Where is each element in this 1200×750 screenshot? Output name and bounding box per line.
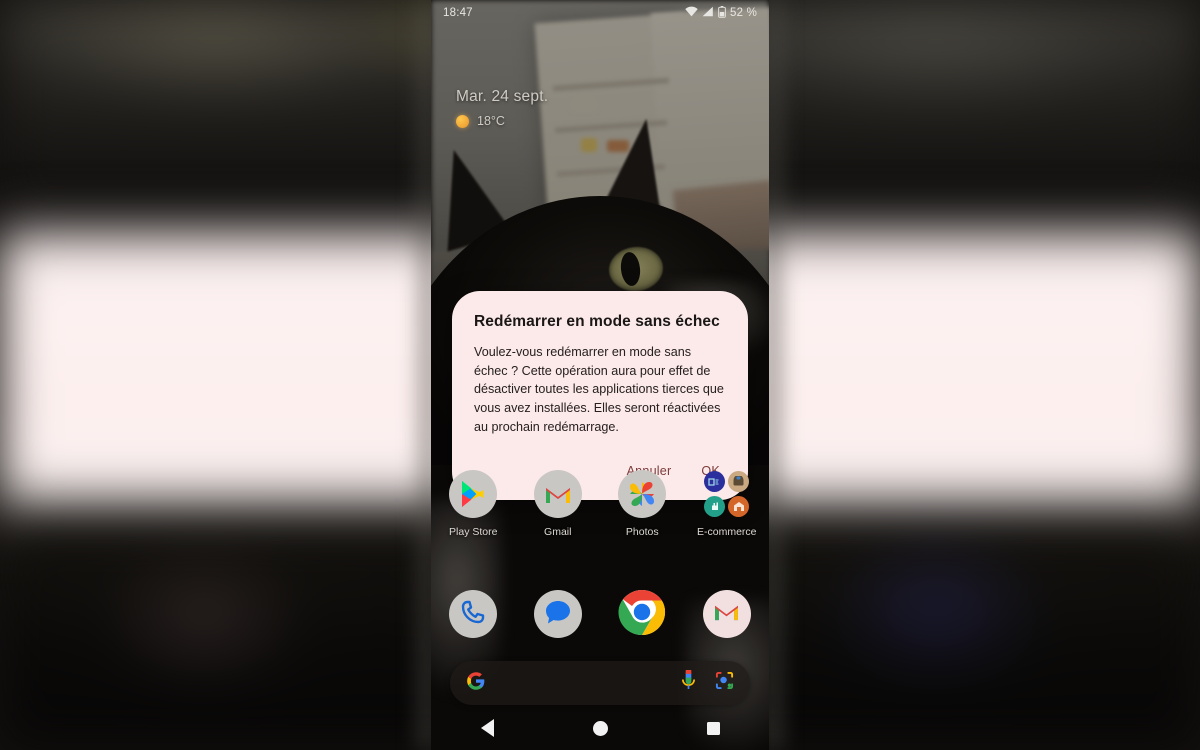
app-photos[interactable]: Photos bbox=[600, 470, 685, 538]
google-g-icon bbox=[466, 671, 486, 696]
status-bar-clock: 18:47 bbox=[443, 7, 473, 19]
sun-icon bbox=[456, 114, 469, 128]
dialog-message: Voulez-vous redémarrer en mode sans éche… bbox=[474, 345, 724, 434]
app-label: Play Store bbox=[449, 526, 498, 538]
app-gmail[interactable]: Gmail bbox=[516, 470, 601, 538]
gmail-icon bbox=[533, 470, 582, 518]
dialog-title: Redémarrer en mode sans échec bbox=[474, 313, 720, 330]
status-bar: 18:47 52 % bbox=[431, 0, 769, 26]
gmail-icon bbox=[713, 602, 740, 627]
google-lens-icon[interactable] bbox=[715, 671, 734, 695]
dock-item-messages[interactable] bbox=[533, 590, 582, 638]
app-label: Photos bbox=[625, 526, 659, 538]
battery-icon bbox=[718, 5, 726, 21]
widget-temperature: 18°C bbox=[477, 114, 505, 128]
leboncoin-app-icon bbox=[728, 471, 750, 492]
app-play-store[interactable]: Play Store bbox=[431, 470, 516, 538]
app-grid: Play Store Gmail Photos E-commerce bbox=[431, 470, 769, 538]
safe-mode-dialog: Redémarrer en mode sans échec Voulez-vou… bbox=[452, 291, 748, 501]
chrome-icon bbox=[618, 590, 666, 638]
play-store-icon bbox=[449, 470, 498, 518]
phone-screen: 18:47 52 % Mar. 24 sept. 18°C Redémarrer… bbox=[431, 0, 769, 750]
dock bbox=[431, 590, 769, 638]
google-search-bar[interactable] bbox=[450, 661, 750, 705]
cellular-signal-icon bbox=[702, 6, 714, 20]
dock-item-phone[interactable] bbox=[449, 590, 498, 638]
navigation-bar bbox=[431, 706, 769, 750]
rakuten-app-icon bbox=[728, 495, 750, 517]
wifi-icon bbox=[685, 6, 698, 20]
app-folder-ecommerce[interactable]: E-commerce bbox=[685, 470, 770, 538]
back-triangle-icon[interactable] bbox=[480, 719, 494, 737]
battery-percentage: 52 % bbox=[729, 7, 757, 19]
recents-square-icon[interactable] bbox=[706, 721, 720, 735]
vinted-app-icon bbox=[703, 471, 725, 492]
dock-item-chrome[interactable] bbox=[618, 590, 666, 638]
google-photos-icon bbox=[618, 470, 667, 518]
wallapop-app-icon bbox=[703, 495, 725, 517]
messages-icon bbox=[544, 599, 572, 630]
dock-item-gmail[interactable] bbox=[702, 590, 751, 638]
home-circle-icon[interactable] bbox=[592, 720, 608, 736]
app-label: E-commerce bbox=[696, 526, 757, 538]
app-label: Gmail bbox=[544, 526, 572, 538]
date-weather-widget[interactable]: Mar. 24 sept. 18°C bbox=[456, 88, 636, 128]
phone-icon bbox=[460, 599, 486, 630]
widget-date: Mar. 24 sept. bbox=[456, 88, 549, 105]
microphone-icon[interactable] bbox=[680, 668, 697, 696]
folder-icon bbox=[703, 470, 751, 518]
